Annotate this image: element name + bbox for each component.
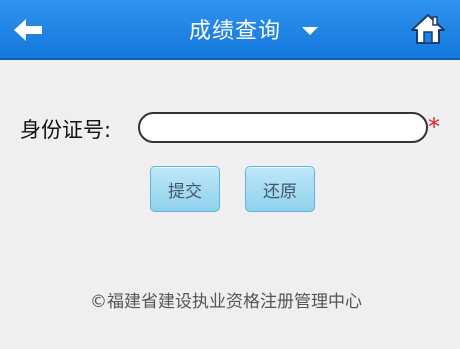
- footer-copyright: ©福建省建设执业资格注册管理中心: [90, 292, 362, 312]
- title-container: 成绩查询: [0, 0, 460, 58]
- home-icon: [411, 14, 445, 44]
- home-button[interactable]: [410, 12, 446, 46]
- id-number-input[interactable]: [138, 112, 428, 143]
- header-bar: 成绩查询: [0, 0, 460, 60]
- title-dropdown-button[interactable]: [296, 18, 324, 42]
- submit-button[interactable]: 提交: [150, 166, 220, 212]
- required-asterisk: *: [428, 113, 440, 141]
- id-number-label: 身份证号:: [20, 118, 112, 142]
- page-title: 成绩查询: [188, 19, 281, 44]
- reset-button[interactable]: 还原: [245, 166, 315, 212]
- caret-down-icon: [302, 27, 318, 35]
